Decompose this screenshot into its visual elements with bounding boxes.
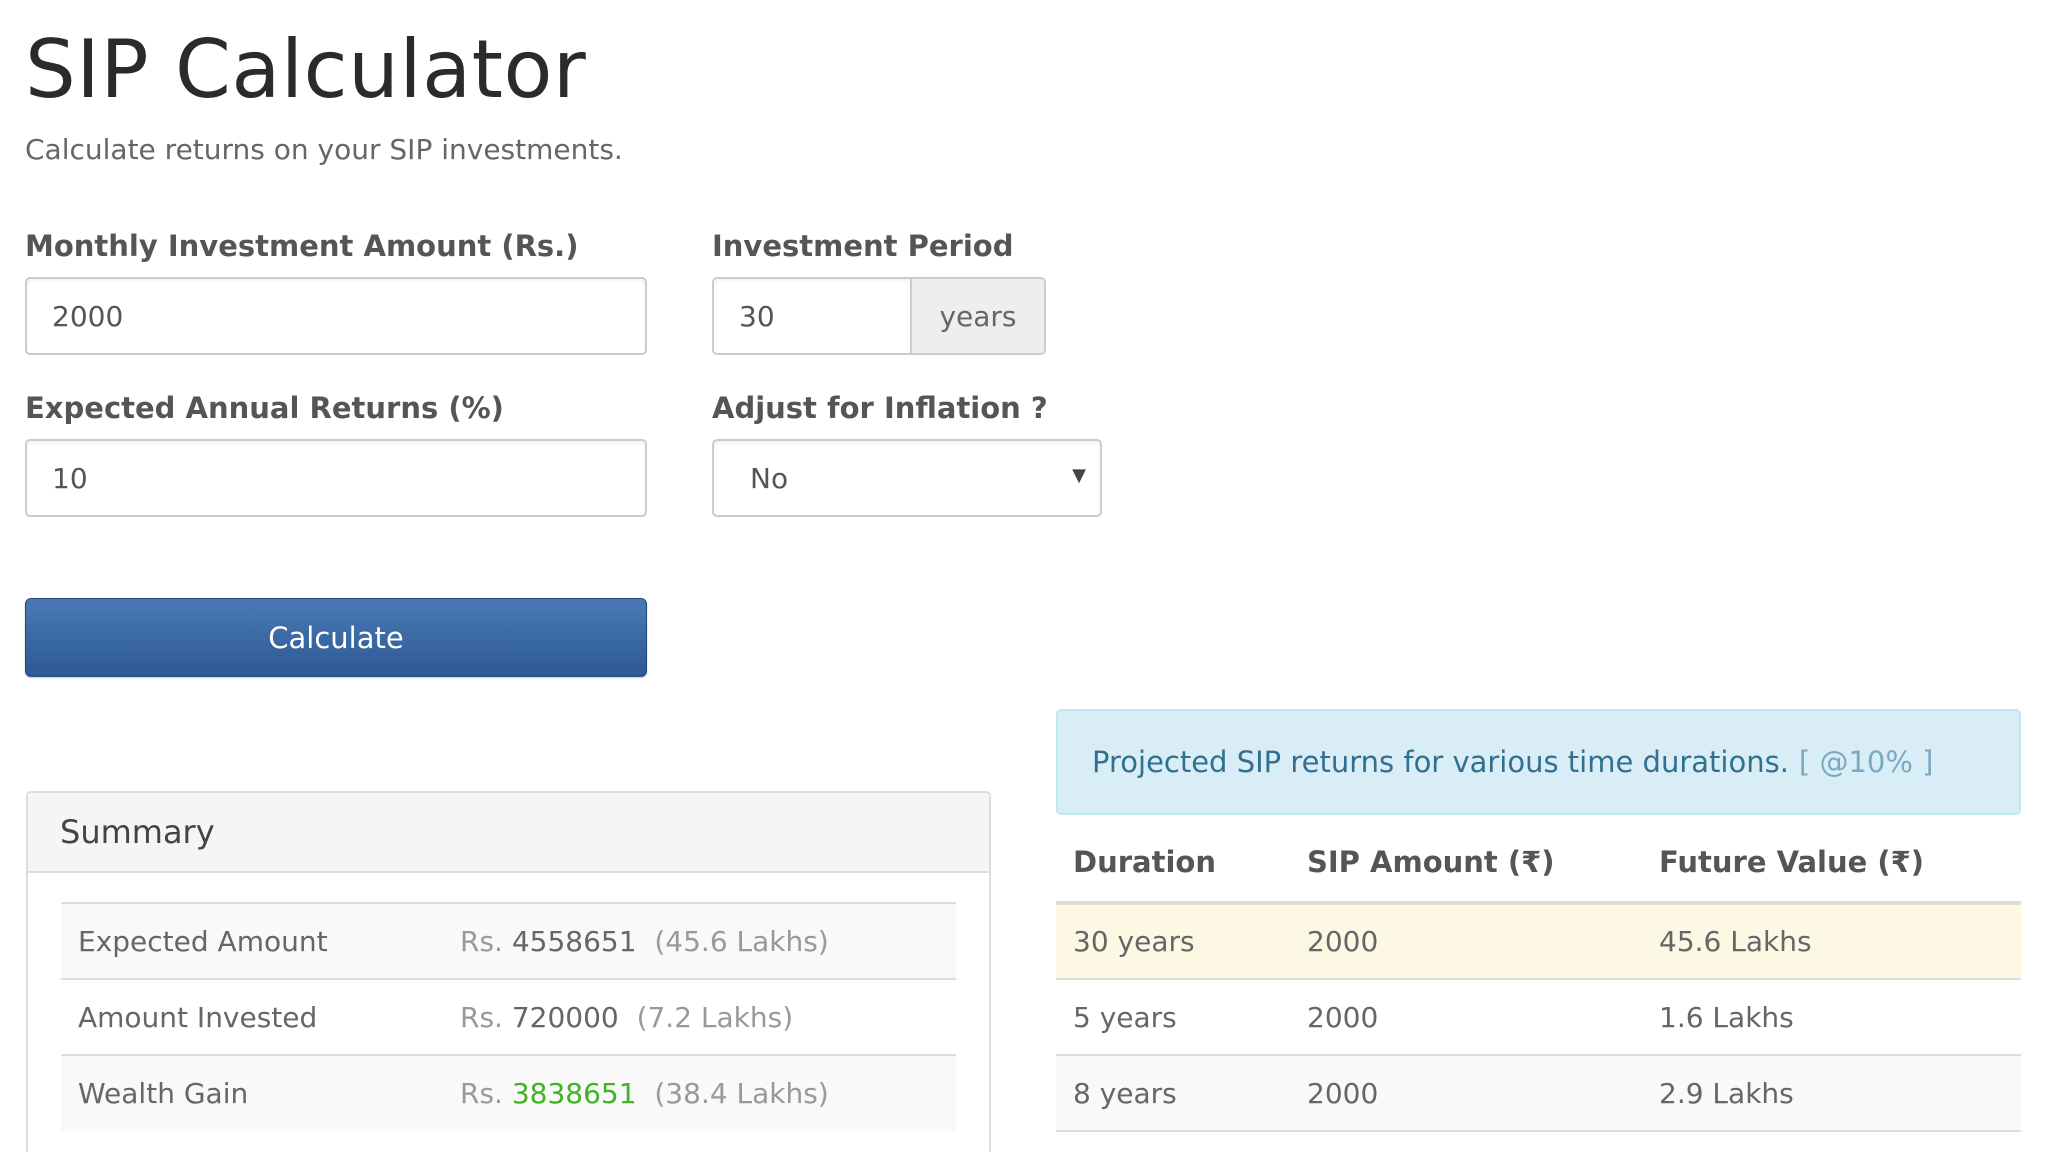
summary-heading: Summary [28,793,989,873]
currency-prefix: Rs. [460,924,503,958]
wealth-gain-amount: 3838651 [511,1077,637,1110]
summary-label: Expected Amount [61,902,443,979]
summary-lakhs: (7.2 Lakhs) [636,1000,794,1034]
currency-prefix: Rs. [460,1077,503,1110]
column-header-sip-amount: SIP Amount (₹) [1290,823,1642,905]
duration-cell: 5 years [1056,979,1290,1056]
duration-cell: 8 years [1056,1055,1290,1132]
summary-amount: 4558651 [511,924,637,958]
column-header-future-value: Future Value (₹) [1642,823,2021,905]
page-title: SIP Calculator [25,23,587,116]
summary-lakhs: (45.6 Lakhs) [654,924,829,958]
summary-value: Rs. 4558651 (45.6 Lakhs) [443,902,956,979]
monthly-investment-input[interactable] [25,277,647,355]
future-value-cell: 2.9 Lakhs [1642,1055,2021,1132]
period-unit-addon: years [910,277,1046,355]
projection-rate-note: [ @10% ] [1798,745,1934,779]
summary-label: Wealth Gain [61,1054,443,1131]
investment-period-label: Investment Period [712,229,1014,263]
summary-lakhs: (38.4 Lakhs) [654,1077,829,1110]
future-value-cell: 45.6 Lakhs [1642,903,2021,980]
projection-header-row: Duration SIP Amount (₹) Future Value (₹) [1056,823,2021,905]
caret-down-icon: ▼ [1072,465,1086,486]
summary-value: Rs. 720000 (7.2 Lakhs) [443,978,956,1055]
summary-panel: Summary Expected Amount Rs. 4558651 (45.… [26,791,991,1152]
sip-calculator-page: SIP Calculator Calculate returns on your… [0,0,2048,1152]
investment-period-group: years [712,277,1046,355]
table-row: 8 years 2000 2.9 Lakhs [1056,1055,2021,1132]
summary-row-invested: Amount Invested Rs. 720000 (7.2 Lakhs) [61,978,956,1055]
inflation-selected-value: No [750,461,789,495]
summary-row-expected: Expected Amount Rs. 4558651 (45.6 Lakhs) [61,902,956,979]
currency-prefix: Rs. [460,1000,503,1034]
projection-info-text: Projected SIP returns for various time d… [1092,745,1789,779]
duration-cell: 30 years [1056,903,1290,980]
sip-amount-cell: 2000 [1290,979,1642,1056]
investment-period-input[interactable] [712,277,910,355]
table-row: 30 years 2000 45.6 Lakhs [1056,903,2021,980]
inflation-select[interactable]: No ▼ [712,439,1102,517]
page-subtitle: Calculate returns on your SIP investment… [25,133,623,166]
summary-amount: 720000 [511,1000,619,1034]
table-row: 5 years 2000 1.6 Lakhs [1056,979,2021,1056]
summary-label: Amount Invested [61,978,443,1055]
calculate-button[interactable]: Calculate [25,598,647,677]
column-header-duration: Duration [1056,823,1290,905]
sip-amount-cell: 2000 [1290,1055,1642,1132]
projection-info-alert: Projected SIP returns for various time d… [1056,709,2021,815]
summary-value: Rs. 3838651 (38.4 Lakhs) [443,1054,956,1131]
expected-returns-label: Expected Annual Returns (%) [25,391,504,425]
monthly-investment-label: Monthly Investment Amount (Rs.) [25,229,579,263]
inflation-label: Adjust for Inflation ? [712,391,1048,425]
summary-table: Expected Amount Rs. 4558651 (45.6 Lakhs)… [61,902,956,1131]
sip-amount-cell: 2000 [1290,903,1642,980]
future-value-cell: 1.6 Lakhs [1642,979,2021,1056]
summary-row-wealth-gain: Wealth Gain Rs. 3838651 (38.4 Lakhs) [61,1054,956,1131]
projection-table: Duration SIP Amount (₹) Future Value (₹)… [1056,823,2021,1132]
expected-returns-input[interactable] [25,439,647,517]
